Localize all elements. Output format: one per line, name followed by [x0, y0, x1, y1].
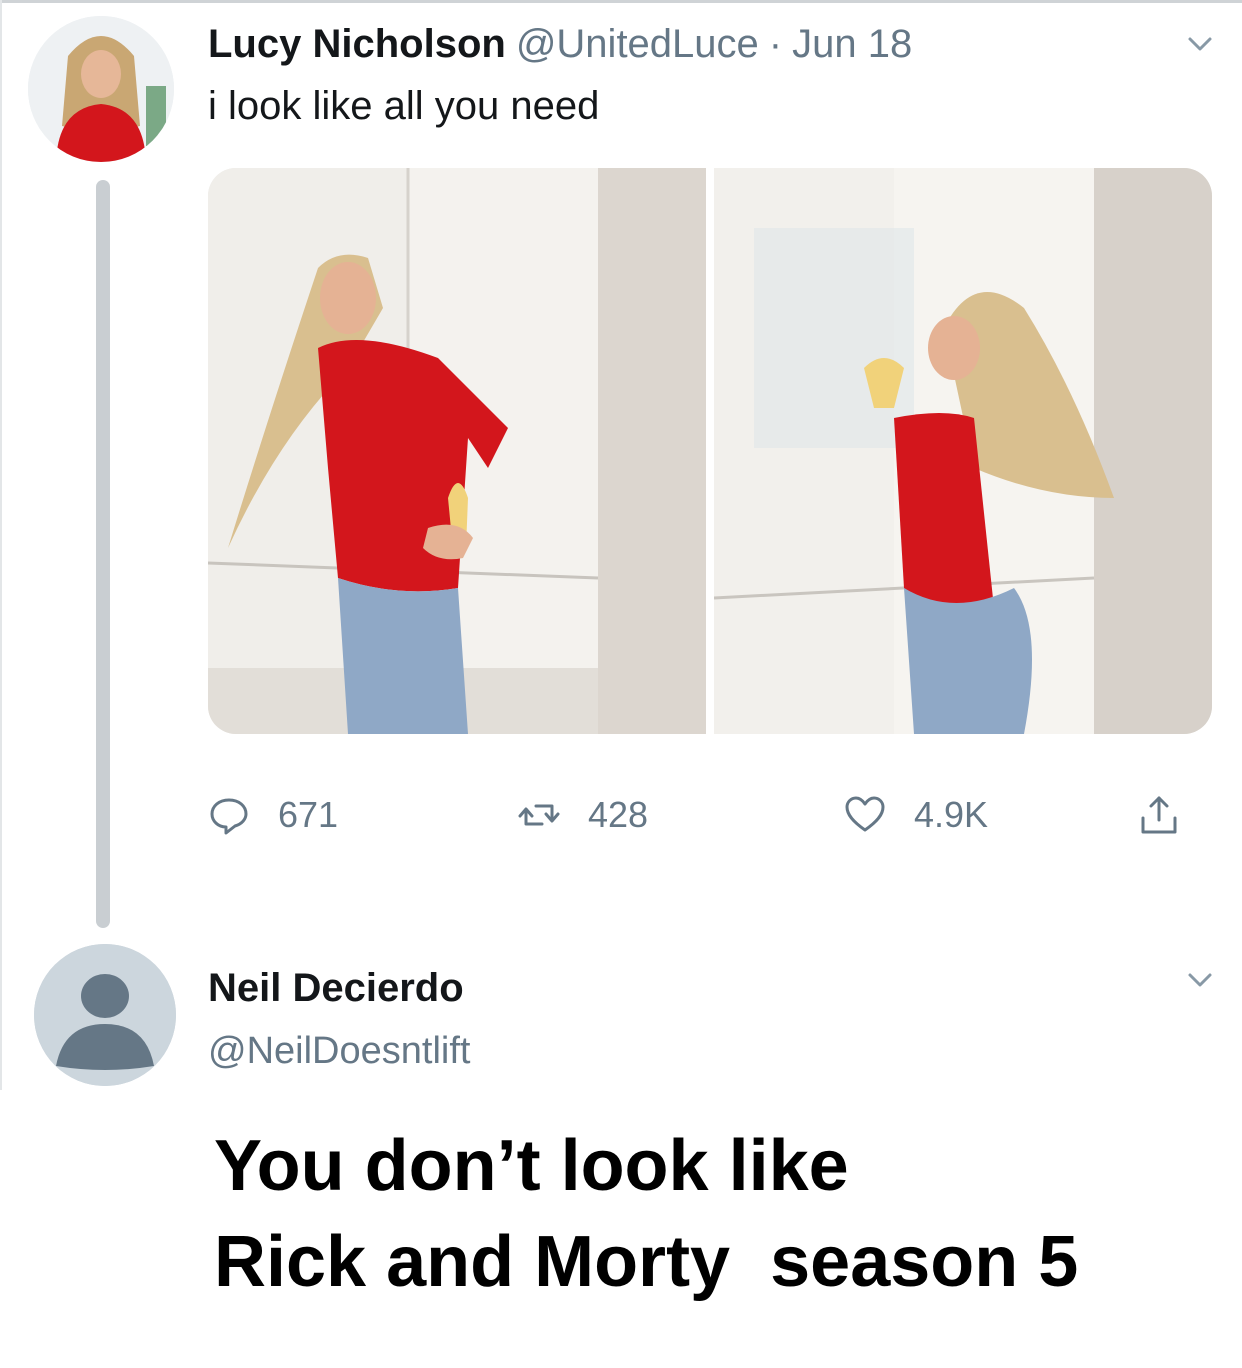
tweet-date[interactable]: Jun 18 [792, 22, 912, 66]
retweet-arrows-icon [518, 804, 560, 826]
top-border [0, 0, 1242, 3]
retweet-button[interactable]: 428 [518, 790, 648, 840]
comment-bubble-icon [210, 798, 248, 835]
heart-outline-icon [845, 796, 885, 832]
thread-line [96, 180, 110, 928]
media-photo-2[interactable] [713, 168, 1212, 734]
tweet-actions: 671 428 4.9K [208, 790, 1212, 840]
left-border [0, 0, 2, 1090]
share-button[interactable] [1138, 790, 1208, 840]
share-upload-icon [1141, 796, 1177, 834]
reply-text-line-1: You don’t look like [214, 1126, 849, 1206]
header-separator: · [768, 22, 783, 66]
author-name[interactable]: Lucy Nicholson [208, 22, 506, 66]
chevron-down-icon[interactable] [1186, 30, 1214, 58]
tweet-text: i look like all you need [208, 84, 600, 128]
author-handle[interactable]: @UnitedLuce [516, 22, 759, 66]
reply-author-name[interactable]: Neil Decierdo [208, 966, 464, 1011]
chevron-down-icon[interactable] [1186, 966, 1214, 994]
default-avatar[interactable] [34, 944, 176, 1086]
reply-author-handle[interactable]: @NeilDoesntlift [208, 1030, 470, 1073]
reply-text: You don’t look like Rick and Morty seaso… [214, 1118, 1214, 1310]
author-avatar[interactable] [28, 16, 174, 162]
retweet-count: 428 [588, 794, 649, 835]
media-photo-1[interactable] [208, 168, 706, 734]
tweet-media[interactable] [208, 168, 1212, 734]
like-button[interactable]: 4.9K [844, 790, 988, 840]
tweet-header: Lucy Nicholson @UnitedLuce · Jun 18 [208, 22, 912, 67]
like-count: 4.9K [914, 794, 989, 835]
reply-text-line-2: Rick and Morty season 5 [214, 1222, 1079, 1302]
reply-button[interactable]: 671 [208, 790, 338, 840]
default-user-icon [34, 944, 176, 1086]
reply-count: 671 [278, 794, 339, 835]
